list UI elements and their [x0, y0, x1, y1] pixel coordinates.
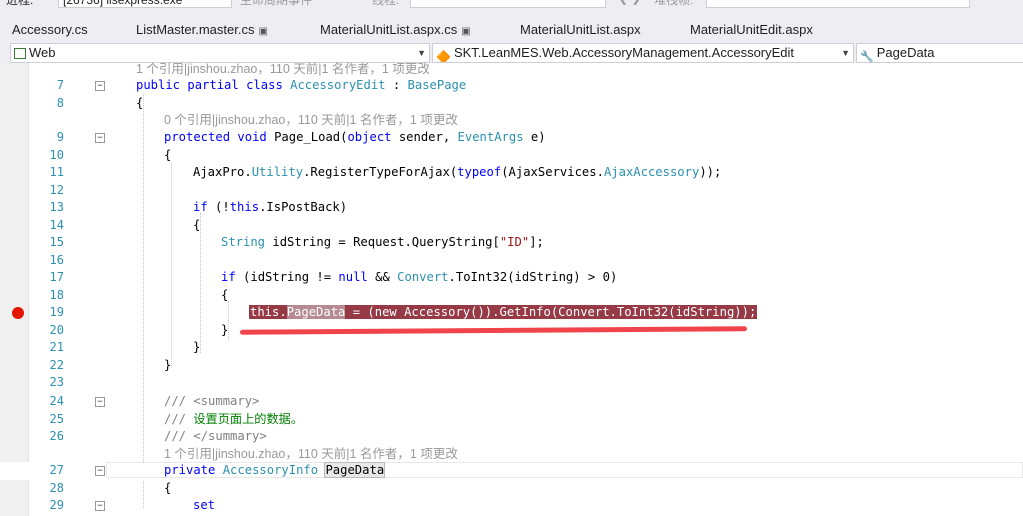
code-line-14: 14 { — [0, 217, 1023, 235]
line-number: 26 — [49, 429, 64, 443]
highlighted-reference: PageData — [324, 462, 386, 478]
code-line-17: 17 if (idString != null && Convert.ToInt… — [0, 269, 1023, 287]
line-number: 12 — [49, 182, 64, 197]
line-number: 29 — [49, 498, 64, 512]
code-line-8: 8 { — [0, 95, 1023, 113]
code-line-16: 16 — [0, 252, 1023, 270]
line-number: 23 — [49, 375, 64, 389]
code-line-26: 26 /// </summary> — [0, 428, 1023, 446]
code-line-9: 9 − protected void Page_Load(object send… — [0, 129, 1023, 147]
code-line-27: 27 − private AccessoryInfo PageData — [0, 462, 1023, 480]
lifecycle-events-button[interactable]: 生命周期事件 — [240, 0, 312, 8]
csharp-project-icon — [14, 48, 26, 60]
collapse-icon[interactable]: − — [95, 466, 105, 476]
code-line-7: 7 − public partial class AccessoryEdit :… — [0, 77, 1023, 95]
code-line-11: 11 AjaxPro.Utility.RegisterTypeForAjax(t… — [0, 164, 1023, 182]
breakpoint-icon[interactable] — [12, 307, 24, 319]
member-dropdown[interactable]: 🔧 PageData — [856, 43, 1023, 63]
property-icon: 🔧 — [860, 50, 874, 63]
line-number: 20 — [49, 322, 64, 337]
line-number: 25 — [49, 411, 64, 426]
codelens-references[interactable]: 1 个引用|jinshou.zhao，110 天前|1 名作者，1 项更改 — [136, 61, 430, 77]
highlighted-reference: PageData — [286, 305, 346, 319]
line-number: 13 — [49, 200, 64, 214]
line-number: 10 — [49, 147, 64, 162]
chevron-down-icon: ▼ — [841, 48, 850, 58]
collapse-icon[interactable]: − — [95, 81, 105, 91]
thread-label: 线程: — [372, 0, 400, 7]
line-number: 9 — [56, 130, 64, 144]
document-tabs: Accessory.cs ListMaster.master.cs ▣ Mater… — [0, 19, 1023, 42]
line-number: 14 — [49, 217, 64, 232]
collapse-icon[interactable]: − — [95, 501, 105, 511]
code-line-28: 28 { — [0, 480, 1023, 498]
tab-listmaster-master-cs[interactable]: ListMaster.master.cs ▣ — [136, 22, 268, 37]
code-line-19: 19 this.PageData = (new Accessory()).Get… — [0, 304, 1023, 322]
stack-frame-dropdown[interactable] — [706, 0, 970, 8]
pin-icon[interactable]: ▣ — [258, 26, 267, 37]
breakpoint-highlight: this.PageData = (new Accessory()).GetInf… — [249, 305, 758, 319]
tab-accessory-cs[interactable]: Accessory.cs — [12, 22, 88, 37]
line-number: 8 — [56, 95, 64, 110]
line-number: 28 — [49, 480, 64, 495]
process-dropdown[interactable]: [26736] iisexpress.exe — [58, 0, 232, 8]
code-line-15: 15 String idString = Request.QueryString… — [0, 234, 1023, 252]
collapse-icon[interactable]: − — [95, 133, 105, 143]
code-line-12: 12 — [0, 182, 1023, 200]
code-line-21: 21 } — [0, 339, 1023, 357]
line-number: 17 — [49, 270, 64, 284]
type-dropdown[interactable]: 🔶 SKT.LeanMES.Web.AccessoryManagement.Acc… — [432, 43, 854, 63]
navigation-bar: Web ▼ 🔶 SKT.LeanMES.Web.AccessoryManageme… — [0, 42, 1023, 63]
chevron-down-icon: ▼ — [417, 48, 426, 58]
code-line-18: 18 { — [0, 287, 1023, 305]
line-number: 18 — [49, 287, 64, 302]
collapse-icon[interactable]: − — [95, 397, 105, 407]
thread-dropdown[interactable] — [410, 0, 606, 8]
line-number: 21 — [49, 340, 64, 354]
code-line-29: 29 − set — [0, 497, 1023, 515]
code-line-23: 23 — [0, 374, 1023, 392]
line-number: 22 — [49, 357, 64, 372]
line-number: 16 — [49, 252, 64, 267]
stack-frame-label: 堆栈帧: — [654, 0, 694, 7]
process-label: 进程: — [6, 0, 34, 7]
class-icon: 🔶 — [436, 49, 451, 63]
code-line-24: 24 − /// <summary> — [0, 393, 1023, 411]
line-number: 7 — [56, 78, 64, 92]
line-number: 15 — [49, 235, 64, 249]
pin-icon[interactable]: ▣ — [461, 26, 470, 37]
tab-materialunitedit-aspx[interactable]: MaterialUnitEdit.aspx — [690, 22, 813, 37]
project-dropdown[interactable]: Web ▼ — [10, 43, 430, 63]
line-number: 11 — [49, 165, 64, 179]
text-caret — [384, 464, 386, 477]
line-number: 24 — [49, 394, 64, 408]
code-line-25: 25 /// 设置页面上的数据。 — [0, 411, 1023, 429]
code-editor[interactable]: 1 个引用|jinshou.zhao，110 天前|1 名作者，1 项更改 7 … — [0, 61, 1023, 516]
line-number: 27 — [49, 463, 64, 477]
code-line-13: 13 if (!this.IsPostBack) — [0, 199, 1023, 217]
nav-back-icon[interactable]: ❮ ❯ — [618, 0, 641, 5]
codelens-references[interactable]: 1 个引用|jinshou.zhao，110 天前|1 名作者，1 项更改 — [164, 446, 458, 462]
debug-toolbar: 进程: [26736] iisexpress.exe 生命周期事件 线程: ❮ … — [0, 0, 1023, 19]
codelens-references[interactable]: 0 个引用|jinshou.zhao，110 天前|1 名作者，1 项更改 — [164, 112, 458, 128]
code-line-10: 10 { — [0, 147, 1023, 165]
tab-materialunitlist-aspx-cs[interactable]: MaterialUnitList.aspx.cs ▣ — [320, 22, 471, 37]
line-number: 19 — [49, 305, 64, 319]
code-line-22: 22 } — [0, 357, 1023, 375]
tab-materialunitlist-aspx[interactable]: MaterialUnitList.aspx — [520, 22, 641, 37]
